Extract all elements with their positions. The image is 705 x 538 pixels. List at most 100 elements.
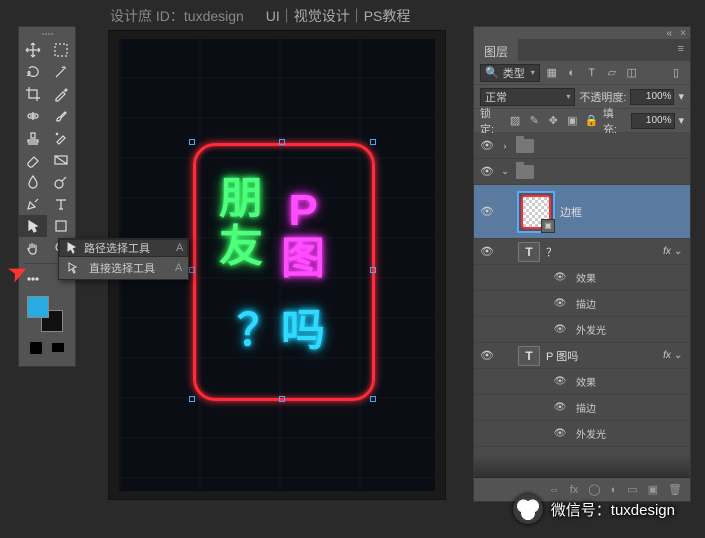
panel-grip[interactable] [19,29,75,39]
transform-handle[interactable] [370,267,376,273]
transform-handle[interactable] [189,396,195,402]
visibility-icon[interactable]: 👁 [550,376,570,387]
transform-handle[interactable] [370,396,376,402]
filter-pixel-icon[interactable]: ▦ [544,65,560,81]
brush-tool-icon[interactable] [47,105,75,127]
fx-row[interactable]: 👁效果 [474,369,690,395]
lock-nest-icon[interactable]: ▣ [565,113,580,129]
layer-row[interactable]: 👁 TP 图吗fx ⌄ [474,343,690,369]
crop-tool-icon[interactable] [19,83,47,105]
blend-mode-select[interactable]: 正常▾ [480,88,575,106]
transform-handle[interactable] [279,139,285,145]
visibility-icon[interactable]: 👁 [550,324,570,335]
neon-text-pink: P 图 [281,187,325,283]
blur-tool-icon[interactable] [19,171,47,193]
visibility-icon[interactable]: 👁 [550,428,570,439]
transform-handle[interactable] [370,139,376,145]
path-selection-tool-icon[interactable] [19,215,47,237]
filter-shape-icon[interactable]: ▱ [604,65,620,81]
visibility-icon[interactable]: 👁 [550,402,570,413]
hand-tool-icon[interactable] [19,237,47,259]
fx-row[interactable]: 👁效果 [474,265,690,291]
visibility-icon[interactable]: 👁 [474,139,500,152]
shape-badge-icon: ▣ [541,219,555,233]
marquee-tool-icon[interactable] [47,39,75,61]
visibility-icon[interactable]: 👁 [474,165,500,178]
tab-layers[interactable]: 图层 [474,39,518,61]
fill-label: 填充: [603,105,627,137]
header-credit: 设计庶 ID：tuxdesign UI｜视觉设计｜PS教程 [110,6,428,26]
fx-badge[interactable]: fx ⌄ [663,350,686,361]
close-icon[interactable]: × [680,28,686,39]
wechat-icon [513,494,543,524]
gradient-tool-icon[interactable] [47,149,75,171]
filter-type-icon[interactable]: T [584,65,600,81]
layer-row[interactable]: 👁 ⌄ [474,159,690,185]
eraser-tool-icon[interactable] [19,149,47,171]
flyout-direct-selection[interactable]: 直接选择工具 A [59,257,188,279]
eyedropper-tool-icon[interactable] [47,83,75,105]
fx-row[interactable]: 👁描边 [474,291,690,317]
layer-filter-row: 🔍类型▾ ▦ ◐ T ▱ ◫ ▯ [474,61,690,85]
pen-tool-icon[interactable] [19,193,47,215]
transform-handle[interactable] [189,139,195,145]
folder-icon [516,139,534,153]
filter-smart-icon[interactable]: ◫ [624,65,640,81]
foreground-color[interactable] [27,296,49,318]
quickmask-icon[interactable] [28,340,44,356]
filter-type-select[interactable]: 🔍类型▾ [480,64,540,82]
blend-opacity-row: 正常▾ 不透明度: ▾ [474,85,690,109]
visibility-icon[interactable]: 👁 [474,349,500,362]
neon-text-green: 朋 友 [219,175,263,271]
lock-pos-icon[interactable]: ✥ [546,113,561,129]
layer-row[interactable]: 👁 T？fx ⌄ [474,239,690,265]
collapse-icon[interactable]: « [667,28,673,39]
lock-trans-icon[interactable]: ▨ [508,113,523,129]
fx-row[interactable]: 👁外发光 [474,421,690,447]
layer-list: 👁 › 👁 ⌄ 👁 ▣ 边框 👁 T？fx ⌄ 👁效果 👁描边 👁外发光 👁 T… [474,133,690,477]
healing-tool-icon[interactable] [19,105,47,127]
dodge-tool-icon[interactable] [47,171,75,193]
fx-badge[interactable]: fx ⌄ [663,246,686,257]
type-layer-icon: T [518,242,540,262]
lock-label: 锁定: [480,105,504,137]
type-layer-icon: T [518,346,540,366]
lock-all-icon[interactable]: 🔒 [584,113,599,129]
flyout-path-selection[interactable]: 路径选择工具 A [59,239,188,257]
magic-wand-tool-icon[interactable] [47,61,75,83]
panel-titlebar[interactable]: «× [474,27,690,39]
direct-select-icon [65,260,81,276]
flyout-label: 路径选择工具 [84,240,150,256]
type-tool-icon[interactable] [47,193,75,215]
history-brush-tool-icon[interactable] [47,127,75,149]
shape-tool-icon[interactable] [47,215,75,237]
disclosure-icon[interactable]: ⌄ [500,166,510,177]
stamp-tool-icon[interactable] [19,127,47,149]
move-tool-icon[interactable] [19,39,47,61]
color-swatch[interactable] [27,296,63,332]
filter-toggle-icon[interactable]: ▯ [668,65,684,81]
lasso-tool-icon[interactable] [19,61,47,83]
fill-input[interactable] [631,113,675,129]
folder-icon [516,165,534,179]
lock-paint-icon[interactable]: ✎ [527,113,542,129]
disclosure-icon[interactable]: › [500,141,510,151]
layer-row[interactable]: 👁 › [474,133,690,159]
filter-adjust-icon[interactable]: ◐ [564,65,580,81]
layer-row-selected[interactable]: 👁 ▣ 边框 [474,185,690,239]
visibility-icon[interactable]: 👁 [550,272,570,283]
screenmode-icon[interactable] [50,340,66,356]
fx-row[interactable]: 👁外发光 [474,317,690,343]
visibility-icon[interactable]: 👁 [474,205,500,218]
visibility-icon[interactable]: 👁 [474,245,500,258]
fx-row[interactable]: 👁描边 [474,395,690,421]
watermark: 微信号：tuxdesign [513,494,675,524]
opacity-input[interactable] [630,89,674,105]
transform-handle[interactable] [279,396,285,402]
panel-menu-icon[interactable]: ≡ [672,39,690,61]
transform-handle[interactable] [189,267,195,273]
layer-thumbnail[interactable]: ▣ [518,192,554,232]
flyout-shortcut: A [164,242,183,254]
layers-panel: «× 图层 ≡ 🔍类型▾ ▦ ◐ T ▱ ◫ ▯ 正常▾ 不透明度: ▾ 锁定:… [473,26,691,502]
visibility-icon[interactable]: 👁 [550,298,570,309]
